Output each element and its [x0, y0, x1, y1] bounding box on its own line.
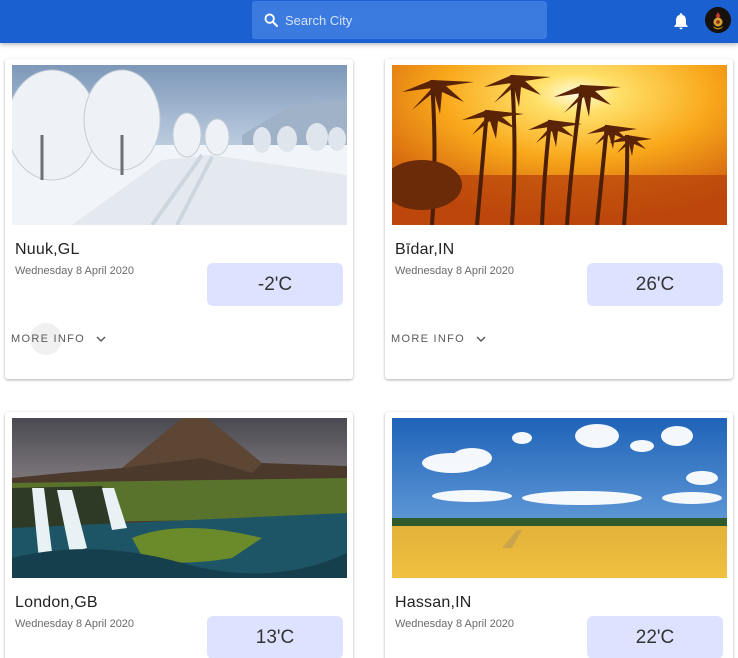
city-name: Bīdar,IN: [395, 241, 455, 258]
city-name: London,GB: [15, 594, 98, 611]
date-label: Wednesday 8 April 2020: [15, 618, 135, 630]
date-label: Wednesday 8 April 2020: [15, 265, 135, 277]
more-info-label: MORE INFO: [391, 333, 466, 345]
date-label: Wednesday 8 April 2020: [395, 618, 515, 630]
search-icon: [264, 13, 278, 27]
city-image: [12, 65, 347, 225]
search-input[interactable]: [285, 1, 547, 39]
weather-card-hassan: Hassan,IN Wednesday 8 April 2020 22'C: [385, 412, 733, 658]
temperature-badge: 26'C: [587, 263, 723, 306]
avatar[interactable]: [705, 7, 731, 33]
city-name: Hassan,IN: [395, 594, 472, 611]
city-image: [392, 418, 727, 578]
more-info-button[interactable]: MORE INFO: [391, 331, 487, 347]
city-image: [392, 65, 727, 225]
weather-card-london: London,GB Wednesday 8 April 2020 13'C: [5, 412, 353, 658]
temperature-badge: 22'C: [587, 616, 723, 658]
temperature-badge: -2'C: [207, 263, 343, 306]
more-info-button[interactable]: MORE INFO: [11, 331, 107, 347]
date-label: Wednesday 8 April 2020: [395, 265, 515, 277]
chevron-down-icon: [96, 336, 106, 343]
city-name: Nuuk,GL: [15, 241, 80, 258]
app-bar: [0, 0, 738, 43]
weather-card-bidar: Bīdar,IN Wednesday 8 April 2020 26'C MOR…: [385, 59, 733, 379]
search-box[interactable]: [252, 1, 547, 39]
city-image: [12, 418, 347, 578]
weather-card-nuuk: Nuuk,GL Wednesday 8 April 2020 -2'C MORE…: [5, 59, 353, 379]
chevron-down-icon: [476, 336, 486, 343]
bell-icon[interactable]: [671, 11, 691, 31]
more-info-label: MORE INFO: [11, 333, 86, 345]
temperature-badge: 13'C: [207, 616, 343, 658]
